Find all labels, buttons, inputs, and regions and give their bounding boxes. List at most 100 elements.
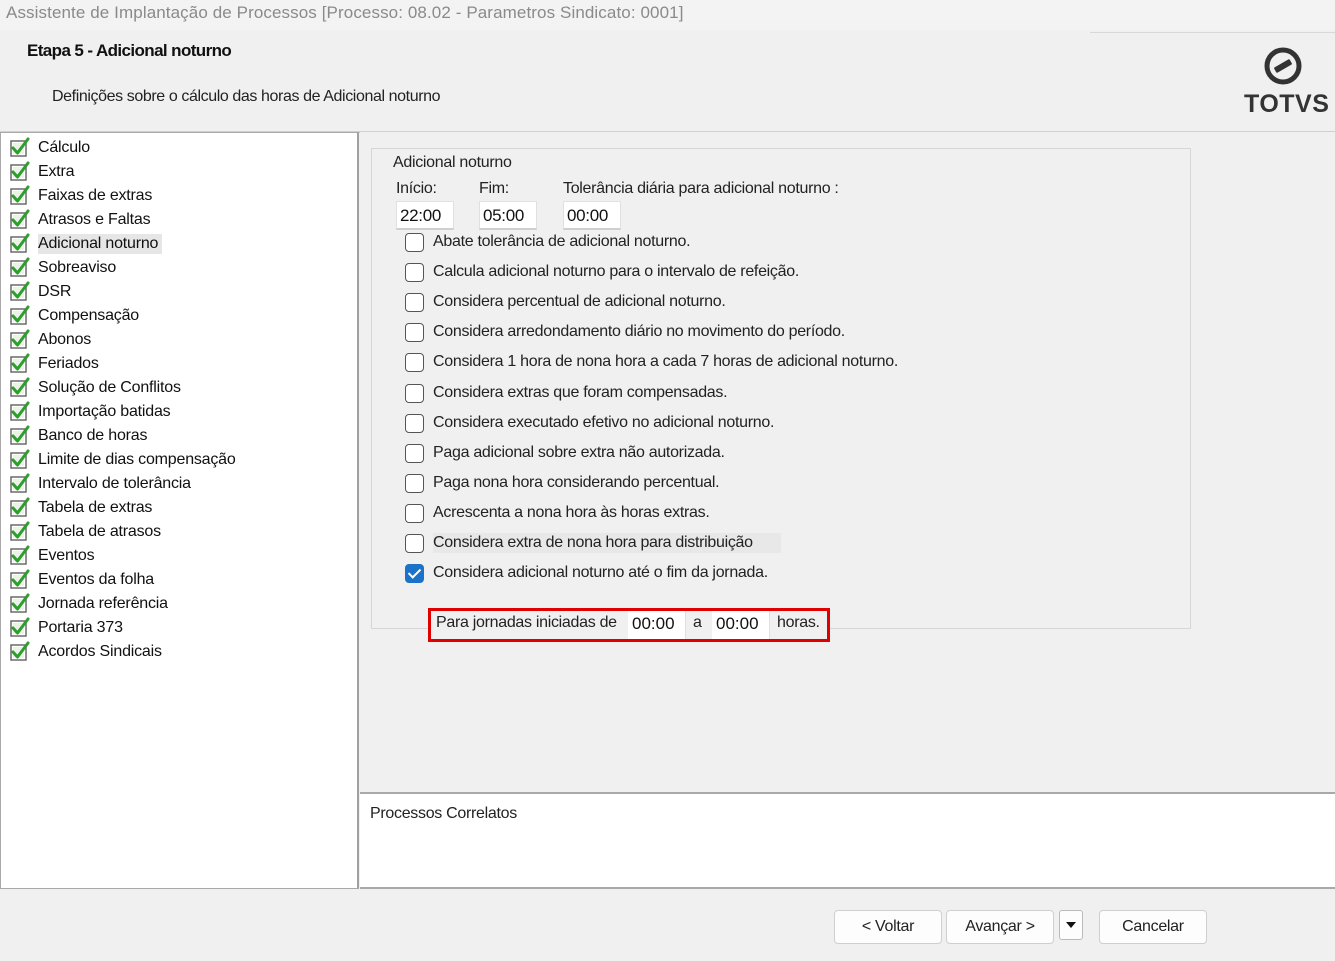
sidebar-item[interactable]: Faixas de extras: [9, 184, 155, 207]
sidebar-item-label: Importação batidas: [38, 402, 171, 420]
sidebar-item[interactable]: Cálculo: [9, 136, 93, 159]
fim-label: Fim:: [479, 180, 509, 197]
step-complete-icon: [10, 209, 30, 229]
sidebar-item[interactable]: Intervalo de tolerância: [9, 472, 194, 495]
sidebar-item-label: Tabela de extras: [38, 498, 153, 516]
related-processes-title: Processos Correlatos: [370, 805, 517, 822]
step-title: Etapa 5 - Adicional noturno: [27, 41, 232, 60]
step-complete-icon: [10, 593, 30, 613]
sidebar-item-label: Faixas de extras: [38, 186, 153, 204]
tolerancia-input[interactable]: 00:00: [563, 201, 621, 230]
window-titlebar: Assistente de Implantação de Processos […: [0, 0, 1335, 30]
back-button[interactable]: < Voltar: [834, 910, 942, 944]
checkbox[interactable]: [405, 533, 424, 553]
option-checkbox-row[interactable]: Considera 1 hora de nona hora a cada 7 h…: [405, 351, 898, 373]
option-checkbox-row[interactable]: Paga adicional sobre extra não autorizad…: [405, 442, 725, 464]
option-checkbox-row[interactable]: Considera extra de nona hora para distri…: [405, 532, 781, 554]
totvs-logo-icon: [1264, 47, 1302, 85]
checkbox[interactable]: [405, 443, 424, 463]
checkbox[interactable]: [405, 232, 424, 252]
sidebar-item[interactable]: Importação batidas: [9, 400, 173, 423]
sidebar-item[interactable]: Feriados: [9, 352, 102, 375]
cancel-button[interactable]: Cancelar: [1099, 910, 1207, 944]
step-complete-icon: [10, 233, 30, 253]
steps-sidebar: Cálculo Extra Faixas de extras Atrasos e Fa…: [0, 132, 359, 889]
option-checkbox-row[interactable]: Considera executado efetivo no adicional…: [405, 412, 774, 434]
range-to-input[interactable]: 00:00: [712, 611, 770, 639]
checkbox[interactable]: [405, 503, 424, 523]
sidebar-item-label: Eventos: [38, 546, 95, 564]
sidebar-item-label: Intervalo de tolerância: [38, 474, 191, 492]
checkbox[interactable]: [405, 292, 424, 312]
checkbox-label: Abate tolerância de adicional noturno.: [433, 233, 691, 250]
sidebar-item[interactable]: Sobreaviso: [9, 256, 119, 279]
option-checkbox-row[interactable]: Considera arredondamento diário no movim…: [405, 321, 845, 343]
sidebar-item[interactable]: Eventos: [9, 544, 97, 567]
sidebar-item[interactable]: Portaria 373: [9, 616, 126, 639]
checkbox[interactable]: [405, 563, 424, 583]
checkbox[interactable]: [405, 262, 424, 282]
sidebar-item[interactable]: Adicional noturno: [9, 232, 163, 255]
option-checkbox-row[interactable]: Calcula adicional noturno para o interva…: [405, 261, 799, 283]
main-panel: Adicional noturno Início: 22:00 Fim: 05:…: [360, 132, 1335, 792]
inicio-input[interactable]: 22:00: [396, 201, 454, 230]
sidebar-item-label: Feriados: [38, 354, 99, 372]
sidebar-item-label: Adicional noturno: [38, 233, 163, 254]
sidebar-item-label: Abonos: [38, 330, 92, 348]
step-complete-icon: [10, 161, 30, 181]
sidebar-item[interactable]: Atrasos e Faltas: [9, 208, 153, 231]
totvs-logo-text: TOTVS: [1244, 90, 1330, 118]
checkbox-label: Considera 1 hora de nona hora a cada 7 h…: [433, 353, 898, 370]
option-checkbox-row[interactable]: Considera adicional noturno até o fim da…: [405, 562, 768, 584]
checkbox-label: Calcula adicional noturno para o interva…: [433, 263, 799, 280]
sidebar-item[interactable]: Tabela de atrasos: [9, 520, 164, 543]
sidebar-item[interactable]: Extra: [9, 160, 77, 183]
sidebar-item[interactable]: Jornada referência: [9, 592, 171, 615]
step-complete-icon: [10, 329, 30, 349]
sidebar-item[interactable]: DSR: [9, 280, 74, 303]
checkbox-label: Considera executado efetivo no adicional…: [433, 414, 775, 431]
option-checkbox-row[interactable]: Acrescenta a nona hora às horas extras.: [405, 502, 710, 524]
sidebar-item[interactable]: Limite de dias compensação: [9, 448, 239, 471]
checkbox-label: Considera extras que foram compensadas.: [433, 384, 728, 401]
checkbox[interactable]: [405, 473, 424, 493]
checkbox-label: Considera extra de nona hora para distri…: [433, 533, 781, 553]
checkbox[interactable]: [405, 383, 424, 403]
checkbox[interactable]: [405, 352, 424, 372]
sidebar-item[interactable]: Tabela de extras: [9, 496, 155, 519]
fim-input[interactable]: 05:00: [479, 201, 537, 230]
option-checkbox-row[interactable]: Considera extras que foram compensadas.: [405, 382, 728, 404]
sidebar-item[interactable]: Abonos: [9, 328, 94, 351]
sidebar-item[interactable]: Banco de horas: [9, 424, 150, 447]
option-checkbox-row[interactable]: Abate tolerância de adicional noturno.: [405, 231, 691, 253]
step-complete-icon: [10, 257, 30, 277]
wizard-footer: < Voltar Avançar > Cancelar: [0, 890, 1335, 961]
checkbox-label: Paga nona hora considerando percentual.: [433, 474, 720, 491]
checkbox-label: Paga adicional sobre extra não autorizad…: [433, 444, 725, 461]
next-button[interactable]: Avançar >: [946, 910, 1054, 944]
sidebar-item[interactable]: Solução de Conflitos: [9, 376, 184, 399]
adicional-noturno-group: Adicional noturno Início: 22:00 Fim: 05:…: [371, 148, 1191, 642]
sidebar-item-label: Limite de dias compensação: [38, 450, 236, 468]
checkbox[interactable]: [405, 413, 424, 433]
range-from-input[interactable]: 00:00: [628, 611, 686, 639]
step-complete-icon: [10, 353, 30, 373]
tolerancia-label: Tolerância diária para adicional noturno…: [563, 180, 839, 197]
step-complete-icon: [10, 497, 30, 517]
sidebar-item[interactable]: Acordos Sindicais: [9, 640, 165, 663]
sidebar-item[interactable]: Eventos da folha: [9, 568, 157, 591]
sidebar-item-label: Banco de horas: [38, 426, 148, 444]
checkbox[interactable]: [405, 322, 424, 342]
next-dropdown-button[interactable]: [1059, 910, 1083, 940]
sidebar-item-label: Eventos da folha: [38, 570, 154, 588]
option-checkbox-row[interactable]: Paga nona hora considerando percentual.: [405, 472, 720, 494]
step-complete-icon: [10, 401, 30, 421]
sidebar-item[interactable]: Compensação: [9, 304, 142, 327]
step-description: Definições sobre o cálculo das horas de …: [52, 88, 441, 105]
sidebar-item-label: Jornada referência: [38, 594, 168, 612]
sidebar-item-label: Extra: [38, 162, 75, 180]
option-checkbox-row[interactable]: Considera percentual de adicional noturn…: [405, 291, 726, 313]
window-title: Assistente de Implantação de Processos […: [6, 3, 684, 22]
sidebar-item-label: Atrasos e Faltas: [38, 210, 151, 228]
step-complete-icon: [10, 305, 30, 325]
